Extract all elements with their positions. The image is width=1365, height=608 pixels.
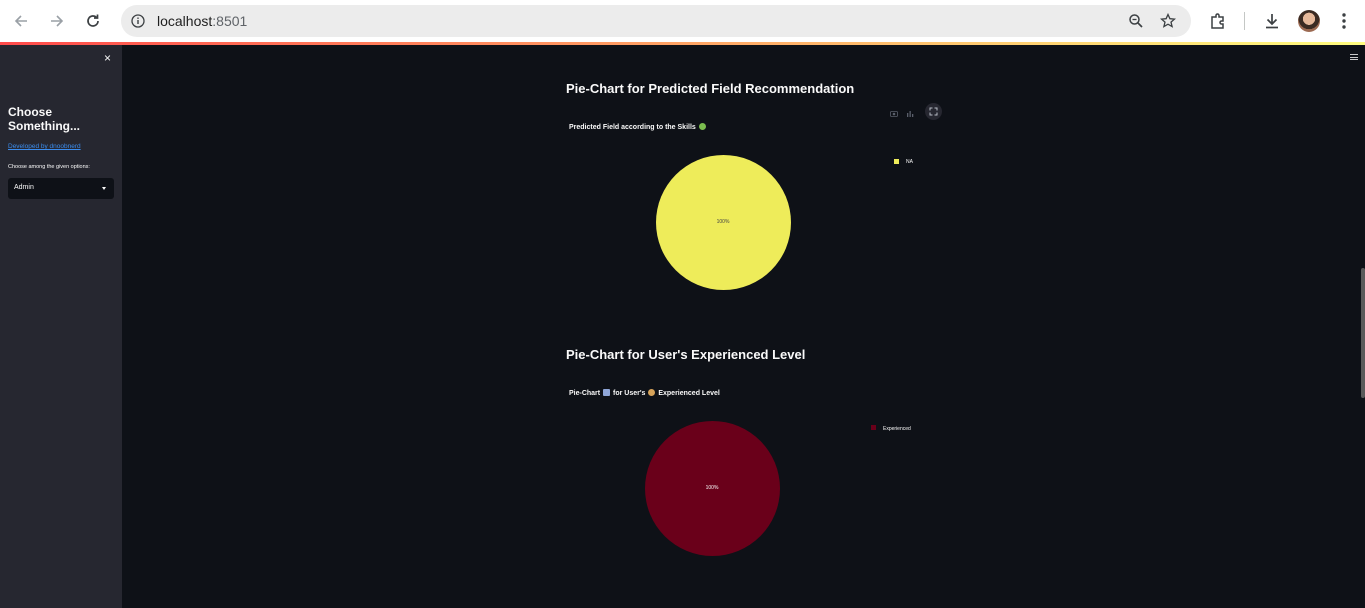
person-emoji-icon [648, 389, 656, 396]
fullscreen-icon[interactable] [925, 103, 942, 120]
address-bar[interactable]: localhost:8501 [121, 5, 1191, 37]
sidebar: × Choose Something... Developed by dnoob… [0, 45, 122, 608]
chart-title-field: Predicted Field according to the Skills [569, 123, 707, 131]
camera-icon[interactable] [890, 109, 898, 117]
scrollbar-thumb[interactable] [1361, 268, 1365, 398]
url-text[interactable]: localhost:8501 [157, 13, 247, 29]
profile-avatar[interactable] [1298, 10, 1320, 32]
section-heading-field: Pie-Chart for Predicted Field Recommenda… [566, 81, 855, 96]
legend-label-experienced[interactable]: Experienced [883, 426, 911, 432]
zoom-icon[interactable] [1127, 12, 1145, 30]
close-icon[interactable]: × [104, 51, 111, 65]
legend-swatch-experienced[interactable] [871, 425, 876, 430]
pie-slice-label: 100% [716, 219, 730, 225]
bookmark-star-icon[interactable] [1159, 12, 1177, 30]
more-menu-icon[interactable] [1333, 10, 1355, 32]
bar-chart-icon[interactable] [906, 109, 914, 117]
pie-slice-label: 100% [705, 485, 719, 491]
chart-title-experience: Pie-Chart for User's Experienced Level [569, 389, 720, 397]
back-icon[interactable] [10, 10, 32, 32]
download-icon[interactable] [1261, 10, 1283, 32]
chart-title-part3: Experienced Level [658, 390, 720, 397]
sidebar-title: Choose Something... [8, 105, 80, 133]
main-menu-icon[interactable] [1350, 54, 1358, 62]
extensions-icon[interactable] [1207, 10, 1229, 32]
reload-icon[interactable] [82, 10, 104, 32]
chevron-down-icon [102, 187, 106, 190]
developer-link[interactable]: Developed by dnoobnerd [8, 143, 81, 150]
url-port: :8501 [212, 13, 248, 29]
legend-swatch-na[interactable] [894, 159, 899, 164]
options-select[interactable]: Admin [8, 178, 114, 199]
section-heading-experience: Pie-Chart for User's Experienced Level [566, 347, 806, 362]
legend-label-na[interactable]: NA [906, 159, 913, 165]
app-header-decoration [0, 42, 1365, 45]
chart-title-part2: for User's [613, 390, 646, 397]
chart-emoji-icon [603, 389, 611, 396]
chart-title-part1: Pie-Chart [569, 390, 601, 397]
browser-toolbar: localhost:8501 [0, 0, 1365, 42]
url-host: localhost [157, 13, 213, 29]
forward-icon[interactable] [46, 10, 68, 32]
select-label: Choose among the given options: [8, 164, 90, 170]
toolbar-separator [1244, 12, 1245, 30]
chart-title-text: Predicted Field according to the Skills [569, 124, 696, 131]
nerd-face-emoji-icon [698, 123, 706, 130]
site-info-icon[interactable] [129, 12, 147, 30]
select-value: Admin [14, 184, 34, 191]
